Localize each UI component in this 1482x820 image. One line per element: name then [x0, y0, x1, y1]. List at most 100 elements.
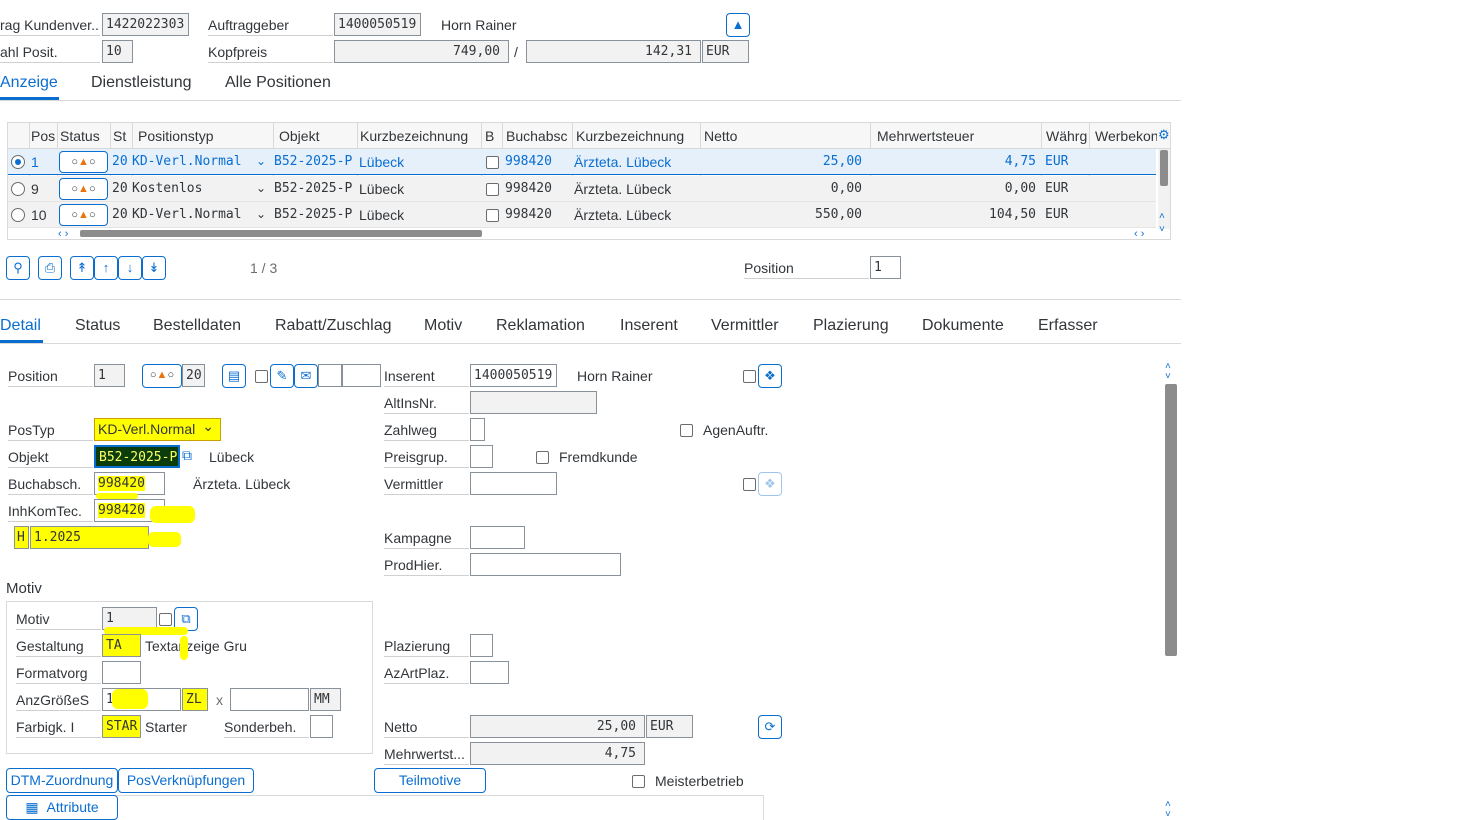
zoom-button[interactable]: ⚲ [6, 256, 30, 280]
vermittler-checkbox[interactable] [743, 478, 756, 491]
position-field[interactable]: 1 [870, 256, 901, 279]
teilmotive-button[interactable]: Teilmotive [374, 768, 486, 793]
currency-field[interactable]: EUR [702, 40, 749, 63]
col-header-buchabsc[interactable]: Buchabsc [506, 123, 570, 149]
agenauftr-checkbox[interactable] [680, 424, 693, 437]
tab-dokumente[interactable]: Dokumente [922, 315, 1004, 337]
last-page-button[interactable]: ↡ [142, 256, 166, 280]
tab-dienstleistung[interactable]: Dienstleistung [91, 72, 192, 94]
tab-status[interactable]: Status [75, 315, 120, 337]
col-header-mehrwertsteuer[interactable]: Mehrwertsteuer [877, 123, 1037, 149]
col-header-waehrg[interactable]: Währg [1046, 123, 1088, 149]
preisgrup-field[interactable] [470, 445, 493, 468]
plazierung-field[interactable] [470, 634, 493, 657]
chevron-down-icon[interactable]: ⌄ [256, 181, 266, 195]
row-select-radio[interactable] [11, 182, 25, 196]
objekt-field[interactable]: B52-2025-P [94, 445, 180, 468]
detail-position-field[interactable]: 1 [94, 364, 125, 387]
table-horizontal-scroll-thumb[interactable] [80, 230, 482, 237]
chevron-down-icon[interactable]: ⌄ [256, 207, 266, 221]
col-header-kurzbezeichnung-2[interactable]: Kurzbezeichnung [576, 123, 698, 149]
date-field[interactable]: 1.2025 [30, 526, 149, 549]
detail-vertical-scroll-thumb[interactable] [1165, 384, 1177, 656]
tab-erfasser[interactable]: Erfasser [1038, 315, 1098, 337]
scroll-down-icon[interactable]: ˅ [1165, 372, 1171, 382]
prodhier-field[interactable] [470, 553, 621, 576]
cell-positionstyp[interactable]: KD-Verl.Normal [132, 202, 242, 228]
tab-plazierung[interactable]: Plazierung [813, 315, 889, 337]
copy-icon[interactable]: ⧉ [182, 447, 202, 467]
kopfpreis-field[interactable]: 749,00 [334, 40, 509, 63]
tab-vermittler[interactable]: Vermittler [711, 315, 779, 337]
table-settings-icon[interactable]: ⚙ [1158, 127, 1170, 143]
col-header-b[interactable]: B [485, 123, 499, 149]
zahlweg-field[interactable] [470, 418, 485, 441]
gestaltung-field[interactable]: TA [102, 634, 141, 657]
detail-checkbox[interactable] [255, 370, 268, 383]
anzgroesse-width-field[interactable] [230, 688, 309, 711]
fremdkunde-checkbox[interactable] [536, 451, 549, 464]
next-page-button[interactable]: ↓ [118, 256, 142, 280]
row-checkbox[interactable] [486, 209, 499, 222]
status-icon-button[interactable]: ○▲○ [59, 178, 108, 200]
col-header-positionstyp[interactable]: Positionstyp [138, 123, 270, 149]
tab-detail[interactable]: Detail [0, 315, 41, 337]
tab-alle-positionen[interactable]: Alle Positionen [225, 72, 331, 94]
partner-button[interactable]: ❖ [758, 364, 782, 388]
print-button[interactable]: ⎙ [38, 256, 62, 280]
status-icon-button[interactable]: ○▲○ [59, 151, 108, 173]
dtm-zuordnung-button[interactable]: DTM-Zuordnung [6, 768, 118, 793]
motiv-checkbox[interactable] [159, 613, 172, 626]
mehrwertst-field[interactable]: 4,75 [470, 742, 645, 765]
mail-button[interactable]: ✉ [294, 364, 318, 388]
detail-status-icon-button[interactable]: ○▲○ [142, 364, 182, 388]
chevron-down-icon[interactable]: ⌄ [256, 154, 266, 168]
row-checkbox[interactable] [486, 183, 499, 196]
scroll-up-icon[interactable]: ˄ [1159, 212, 1165, 222]
attribute-button[interactable]: ▦ Attribute [6, 795, 118, 820]
edit-button[interactable]: ✎ [270, 364, 294, 388]
tab-reklamation[interactable]: Reklamation [496, 315, 585, 337]
refresh-button[interactable]: ⟳ [758, 715, 782, 739]
anzahl-field[interactable]: 10 [102, 40, 133, 63]
hat-icon-button[interactable]: ▲ [726, 13, 750, 37]
anzgroesse-unit-field[interactable]: ZL [182, 688, 208, 711]
formatvorg-field[interactable] [102, 661, 141, 684]
farbigk-field[interactable]: STAR [102, 715, 141, 738]
auftraggeber-field[interactable]: 1400050519 [334, 13, 421, 36]
buchabsch-field[interactable]: 998420 [94, 472, 165, 495]
netto-field[interactable]: 25,00 [470, 715, 645, 738]
tab-rabatt-zuschlag[interactable]: Rabatt/Zuschlag [275, 315, 392, 337]
h-field[interactable]: H [14, 526, 29, 549]
col-header-st[interactable]: St [113, 123, 131, 149]
altinsnr-field[interactable] [470, 391, 597, 414]
status-icon-button[interactable]: ○▲○ [59, 204, 108, 226]
small-field-2[interactable] [342, 364, 381, 387]
azartplaz-field[interactable] [470, 661, 509, 684]
kampagne-field[interactable] [470, 526, 525, 549]
cell-positionstyp[interactable]: KD-Verl.Normal [132, 149, 242, 175]
row-select-radio[interactable] [11, 208, 25, 222]
row-checkbox[interactable] [486, 156, 499, 169]
postyp-select[interactable]: KD-Verl.Normal ⌄ [94, 418, 221, 441]
col-header-pos[interactable]: Pos [31, 123, 57, 149]
scroll-down-icon[interactable]: ˅ [1165, 810, 1171, 820]
col-header-kurzbezeichnung[interactable]: Kurzbezeichnung [360, 123, 480, 149]
cell-positionstyp[interactable]: Kostenlos [132, 176, 202, 202]
vermittler-field[interactable] [470, 472, 557, 495]
row-select-radio[interactable] [11, 155, 25, 169]
auftrag-field[interactable]: 1422022303 [102, 13, 189, 36]
meisterbetrieb-checkbox[interactable] [632, 775, 645, 788]
inserent-checkbox[interactable] [743, 370, 756, 383]
col-header-status[interactable]: Status [60, 123, 108, 149]
col-header-objekt[interactable]: Objekt [279, 123, 355, 149]
tab-motiv[interactable]: Motiv [424, 315, 462, 337]
vermittler-partner-button[interactable]: ❖ [758, 472, 782, 496]
tab-bestelldaten[interactable]: Bestelldaten [153, 315, 241, 337]
first-page-button[interactable]: ↟ [70, 256, 94, 280]
sonderbeh-field[interactable] [310, 715, 333, 738]
posverknuepfungen-button[interactable]: PosVerknüpfungen [118, 768, 254, 793]
col-header-netto[interactable]: Netto [704, 123, 864, 149]
document-button[interactable]: ▤ [222, 364, 246, 388]
scroll-left-right-icon[interactable]: ‹ › [58, 229, 68, 240]
